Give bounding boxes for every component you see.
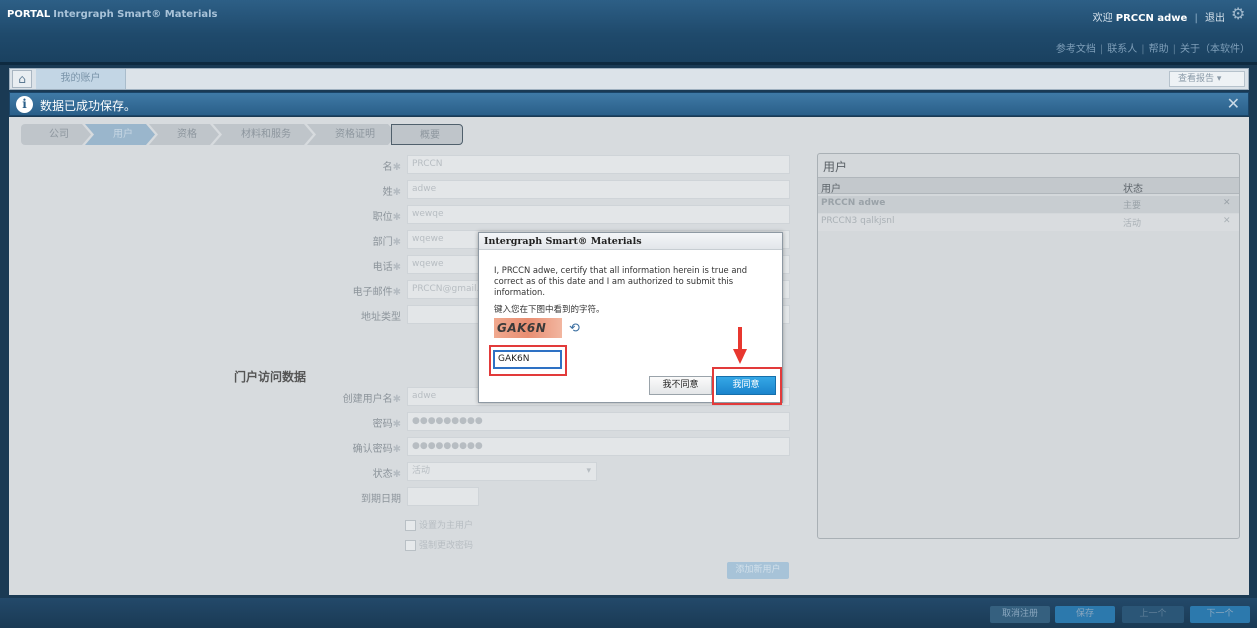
step-company[interactable]: 公司 [21,124,91,145]
row-status: 状态✱ 活动 ▾ [9,462,809,482]
first-name-input[interactable]: PRCCN [407,155,790,174]
column-status: 状态 [1123,184,1143,195]
column-user: 用户 [821,184,841,195]
brand-prefix: PORTAL [7,9,51,20]
success-message: 数据已成功保存。 [40,99,137,113]
brand-title: Intergraph Smart® Materials [53,9,218,20]
link-reference-docs[interactable]: 参考文档 [1056,44,1096,55]
link-help[interactable]: 帮助 [1149,44,1169,55]
label-confirm-password: 确认密码 [352,444,393,455]
app-toolbar: ⌂ 我的账户 查看报告 ▾ [9,68,1249,90]
user-name: PRCCN3 qalkjsnl [821,216,895,226]
certification-text: I, PRCCN adwe, certify that all informat… [494,265,748,297]
success-message-bar: i 数据已成功保存。 ✕ [9,92,1249,116]
label-status: 状态 [372,469,393,480]
step-qualification[interactable]: 资格 [149,124,219,145]
link-about[interactable]: 关于（本软件） [1180,44,1250,55]
row-expiry-date: 到期日期 [9,487,809,507]
header-links: 参考文档 | 联系人 | 帮助 | 关于（本软件） [1055,44,1250,55]
table-row[interactable]: PRCCN3 qalkjsnl 活动 ✕ [818,214,1239,231]
expiry-date-input[interactable] [407,487,479,506]
step-users[interactable]: 用户 [85,124,155,145]
bottom-action-bar: 取消注册 保存 上一个 下一个 [0,598,1257,628]
password-input[interactable]: ●●●●●●●●● [407,412,790,431]
settings-gear-icon[interactable]: ⚙ [1231,5,1249,23]
position-input[interactable]: wewqe [407,205,790,224]
label-department: 部门 [372,237,393,248]
dialog-title: Intergraph Smart® Materials [479,233,782,250]
refresh-captcha-icon[interactable]: ⟲ [569,321,580,336]
status-value: 活动 [412,466,431,476]
link-contacts[interactable]: 联系人 [1107,44,1137,55]
captcha-image: GAK6N [494,318,562,338]
wizard-steps: 公司 用户 资格 材料和服务 资格证明 概要 [21,124,463,145]
delete-icon[interactable]: ✕ [1223,198,1231,208]
disagree-button[interactable]: 我不同意 [649,376,712,395]
checkbox-main-user-label: 设置为主用户 [419,521,474,531]
users-panel: 用户 用户 状态 PRCCN adwe 主要 ✕ PRCCN3 qalkjsnl… [817,153,1240,539]
top-header: PORTAL Intergraph Smart® Materials 欢迎 PRC… [0,0,1257,65]
checkbox-change-password[interactable]: 强制更改密码 [405,538,473,552]
row-first-name: 名✱ PRCCN [9,155,809,175]
label-first-name: 名 [382,162,393,173]
step-materials-services[interactable]: 材料和服务 [213,124,313,145]
table-row[interactable]: PRCCN adwe 主要 ✕ [818,196,1239,213]
info-icon: i [16,96,33,113]
chevron-down-icon: ▾ [1216,74,1222,84]
next-button[interactable]: 下一个 [1190,606,1250,623]
confirm-password-input[interactable]: ●●●●●●●●● [407,437,790,456]
step-summary[interactable]: 概要 [391,124,463,145]
user-name: PRCCN adwe [821,198,886,208]
welcome-prefix: 欢迎 [1092,13,1113,24]
welcome-area: 欢迎 PRCCN adwe | 退出 [1092,13,1225,24]
chevron-down-icon: ▾ [586,466,591,476]
welcome-user: PRCCN adwe [1115,13,1188,24]
users-panel-title: 用户 [823,160,848,174]
checkbox-box [405,520,416,531]
checkbox-change-password-label: 强制更改密码 [419,541,474,551]
close-icon[interactable]: ✕ [1227,94,1240,113]
row-confirm-password: 确认密码✱ ●●●●●●●●● [9,437,809,457]
portal-access-title: 门户访问数据 [234,370,307,384]
step-certificates[interactable]: 资格证明 [307,124,397,145]
label-position: 职位 [372,212,393,223]
down-arrow-icon [733,327,747,364]
previous-button[interactable]: 上一个 [1122,606,1184,623]
user-status: 主要 [1123,201,1142,211]
add-user-button[interactable]: 添加新用户 [727,562,789,579]
highlight-box-captcha [489,345,567,376]
label-phone: 电话 [372,262,393,273]
status-select[interactable]: 活动 ▾ [407,462,597,481]
home-icon[interactable]: ⌂ [12,70,32,88]
row-password: 密码✱ ●●●●●●●●● [9,412,809,432]
highlight-box-agree [712,367,782,405]
row-last-name: 姓✱ adwe [9,180,809,200]
label-last-name: 姓 [382,187,393,198]
logout-link[interactable]: 退出 [1205,13,1225,24]
label-address-type: 地址类型 [361,312,401,323]
captcha-prompt: 键入您在下图中看到的字符。 [494,305,605,315]
row-position: 职位✱ wewqe [9,205,809,225]
brand: PORTAL Intergraph Smart® Materials [7,9,218,20]
last-name-input[interactable]: adwe [407,180,790,199]
label-password: 密码 [372,419,393,430]
tab-my-account[interactable]: 我的账户 [36,69,126,89]
label-username: 创建用户名 [342,394,393,405]
cancel-registration-button[interactable]: 取消注册 [990,606,1050,623]
view-report-label: 查看报告 [1178,74,1215,84]
view-report-dropdown[interactable]: 查看报告 ▾ [1169,71,1245,87]
save-button[interactable]: 保存 [1055,606,1115,623]
checkbox-box [405,540,416,551]
label-email: 电子邮件 [352,287,393,298]
checkbox-main-user[interactable]: 设置为主用户 [405,518,473,532]
user-status: 活动 [1123,219,1142,229]
users-table-header: 用户 状态 [818,177,1239,195]
label-expiry-date: 到期日期 [361,494,401,505]
delete-icon[interactable]: ✕ [1223,216,1231,226]
